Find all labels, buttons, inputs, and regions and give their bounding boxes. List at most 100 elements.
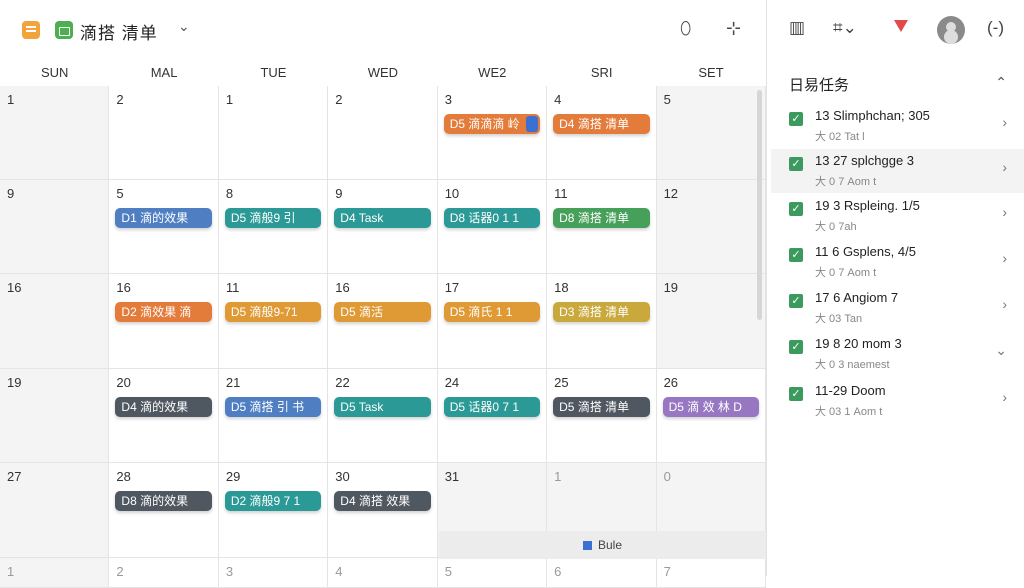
day-cell[interactable]: 9 [0, 180, 110, 274]
chevron-icon[interactable]: › [1002, 389, 1007, 405]
day-cell[interactable]: 20 D4 滴的效果 [109, 369, 219, 463]
day-cell[interactable]: 2 [109, 558, 219, 588]
chevron-icon[interactable]: › [1002, 159, 1007, 175]
day-cell[interactable]: 11 D8 滴搭 清单 [547, 180, 657, 274]
day-number: 4 [554, 92, 562, 107]
event-chip[interactable]: D5 滴活 [334, 302, 431, 322]
task-item[interactable]: ✓ 19 8 20 mom 3 大 0 3 naemest ⌄ [771, 332, 1024, 376]
event-chip[interactable]: D5 滴 效 林 D [662, 397, 759, 417]
checkbox[interactable]: ✓ [789, 112, 803, 126]
day-cell[interactable]: 5 [656, 86, 766, 180]
scrollbar[interactable] [757, 90, 762, 320]
day-cell[interactable]: 12 [656, 180, 766, 274]
chevron-up-icon[interactable]: ⌃ [995, 74, 1007, 91]
day-cell[interactable]: 18 D3 滴搭 清单 [547, 274, 657, 369]
more-icon[interactable]: (-) [987, 18, 1004, 38]
event-chip[interactable]: D4 滴的效果 [115, 397, 212, 417]
day-cell[interactable]: 24 D5 话器0 7 1 [437, 369, 548, 463]
task-item[interactable]: ✓ 13 27 splchgge 3 大 0 7 Aom t › [771, 149, 1024, 193]
day-cell[interactable]: 2 [328, 86, 438, 180]
event-chip[interactable]: D4 滴搭 清单 [553, 114, 650, 134]
event-chip[interactable]: D8 话器0 1 1 [443, 208, 541, 228]
chevron-icon[interactable]: › [1002, 204, 1007, 220]
checkbox[interactable]: ✓ [789, 387, 803, 401]
bottom-bar[interactable]: Bule [439, 531, 766, 559]
app-logo-icon [55, 21, 73, 39]
day-cell[interactable]: 7 [656, 558, 766, 588]
event-chip[interactable]: D5 滴搭 引 书 [224, 397, 322, 417]
event-chip[interactable]: D8 滴的效果 [115, 491, 212, 511]
day-cell[interactable]: 8 D5 滴般9 引 [218, 180, 329, 274]
event-chip[interactable]: D5 滴氏 1 1 [443, 302, 541, 322]
checkbox[interactable]: ✓ [789, 340, 803, 354]
event-chip[interactable]: D3 滴搭 清单 [553, 302, 650, 322]
event-chip[interactable]: D8 滴搭 清单 [553, 208, 650, 228]
avatar[interactable] [937, 16, 965, 44]
day-cell[interactable]: 19 [0, 369, 110, 463]
event-chip[interactable]: D5 话器0 7 1 [443, 397, 541, 417]
chevron-icon[interactable]: › [1002, 114, 1007, 130]
day-cell[interactable]: 30 D4 滴搭 效果 [328, 463, 438, 558]
event-chip[interactable]: D2 滴效果 滴 [115, 302, 212, 322]
day-cell[interactable]: 22 D5 Task [328, 369, 438, 463]
task-item[interactable]: ✓ 19 3 Rspleing. 1/5 大 0 7ah › [771, 194, 1024, 238]
event-chip[interactable]: D4 滴搭 效果 [334, 491, 431, 511]
day-cell[interactable]: 25 D5 滴搭 清单 [547, 369, 657, 463]
day-cell[interactable]: 3 D5 滴滴滴 岭 [437, 86, 548, 180]
checkbox[interactable]: ✓ [789, 248, 803, 262]
event-chip[interactable]: D5 滴搭 清单 [553, 397, 650, 417]
task-item[interactable]: ✓ 11 6 Gsplens, 4/5 大 0 7 Aom t › [771, 240, 1024, 284]
sidebar-toggle-icon[interactable] [22, 21, 40, 39]
day-cell[interactable]: 1 [0, 558, 110, 588]
task-item[interactable]: ✓ 13 Slimphchan; 305 大 02 Tat l › [771, 104, 1024, 148]
task-item[interactable]: ✓ 17 6 Angiom 7 大 03 Tan › [771, 286, 1024, 330]
day-cell[interactable]: 4 D4 滴搭 清单 [547, 86, 657, 180]
checkbox[interactable]: ✓ [789, 202, 803, 216]
event-chip[interactable]: D4 Task [334, 208, 431, 228]
day-cell[interactable]: 28 D8 滴的效果 [109, 463, 219, 558]
flag-icon[interactable] [894, 20, 908, 32]
day-cell[interactable]: 3 [218, 558, 329, 588]
chevron-icon[interactable]: › [1002, 250, 1007, 266]
day-cell[interactable]: 26 D5 滴 效 林 D [656, 369, 766, 463]
day-cell[interactable]: 21 D5 滴搭 引 书 [218, 369, 329, 463]
checkbox[interactable]: ✓ [789, 157, 803, 171]
event-chip[interactable]: D5 滴滴滴 岭 [443, 114, 541, 134]
day-cell[interactable]: 5 D1 滴的效果 [109, 180, 219, 274]
event-label: D8 滴的效果 [121, 494, 189, 508]
day-cell[interactable]: 5 [437, 558, 548, 588]
day-cell[interactable]: 9 D4 Task [328, 180, 438, 274]
day-number: 25 [554, 375, 569, 390]
shield-icon[interactable]: ⬯ [680, 18, 691, 39]
event-chip[interactable]: D2 滴般9 7 1 [224, 491, 322, 511]
day-cell[interactable]: 17 D5 滴氏 1 1 [437, 274, 548, 369]
day-cell[interactable]: 16 D5 滴活 [328, 274, 438, 369]
event-chip[interactable]: D5 滴般9-71 [224, 302, 322, 322]
chevron-down-icon[interactable]: ⌄ [178, 18, 190, 35]
event-chip[interactable]: D1 滴的效果 [115, 208, 212, 228]
calendar-grid: 1 2 1 2 3 D5 滴滴滴 岭 4 D4 滴搭 清单 5 9 5 D1 滴的效果 8 D5 滴般9 … [0, 86, 766, 588]
day-cell[interactable]: 1 [218, 86, 329, 180]
day-cell[interactable]: 10 D8 话器0 1 1 [437, 180, 548, 274]
chevron-icon[interactable]: ⌄ [995, 342, 1007, 359]
day-cell[interactable]: 4 [328, 558, 438, 588]
day-cell[interactable]: 27 [0, 463, 110, 558]
task-item[interactable]: ✓ 11-29 Doom 大 03 1 Aom t › [771, 379, 1024, 423]
day-cell[interactable]: 11 D5 滴般9-71 [218, 274, 329, 369]
day-cell[interactable]: 16 [0, 274, 110, 369]
event-chip[interactable]: D5 Task [334, 397, 431, 417]
day-cell[interactable]: 16 D2 滴效果 滴 [109, 274, 219, 369]
day-cell[interactable]: 29 D2 滴般9 7 1 [218, 463, 329, 558]
event-chip[interactable]: D5 滴般9 引 [224, 208, 322, 228]
adjust-icon[interactable]: ⊹ [726, 18, 741, 39]
chevron-icon[interactable]: › [1002, 296, 1007, 312]
layout-icon[interactable]: ▥ [789, 18, 805, 38]
checkbox[interactable]: ✓ [789, 294, 803, 308]
day-cell[interactable]: 1 [0, 86, 110, 180]
day-cell[interactable]: 2 [109, 86, 219, 180]
day-cell[interactable]: 6 [547, 558, 657, 588]
event-label: D2 滴效果 滴 [121, 305, 192, 319]
weekday-label: SET [698, 65, 724, 80]
day-cell[interactable]: 19 [656, 274, 766, 369]
grid-icon[interactable]: ⌗⌄ [833, 18, 857, 38]
